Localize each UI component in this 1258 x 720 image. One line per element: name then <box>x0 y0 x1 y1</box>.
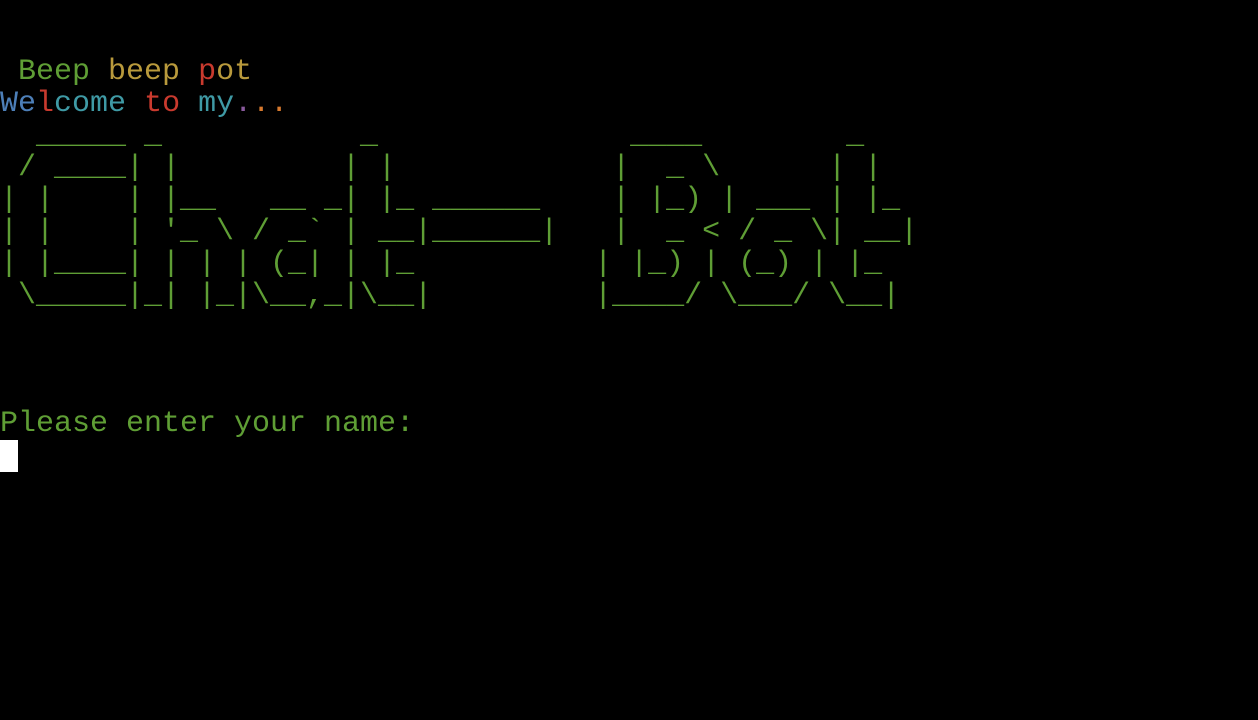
colored-text-segment: come <box>54 87 127 121</box>
colored-text-segment: p <box>198 55 217 89</box>
colored-text-segment: beep <box>108 55 181 89</box>
colored-text-segment: to <box>144 87 181 121</box>
text-cursor <box>0 440 18 472</box>
ascii-art-line: \_____|_| |_|\__,_|\__| |____/ \___/ \__… <box>0 279 901 313</box>
name-input-line[interactable] <box>0 440 18 472</box>
ascii-art-line: | | | '_ \ / _` | __|______| | _ < / _ \… <box>0 215 919 249</box>
welcome-line: Welcome to my... <box>0 88 288 120</box>
colored-text-segment: . <box>234 87 253 121</box>
colored-text-segment: Beep <box>18 55 91 89</box>
colored-text-segment: l <box>36 87 55 121</box>
colored-text-segment <box>90 55 108 89</box>
ascii-art-line: | |____| | | | (_| | |_ | |_) | (_) | |_ <box>0 247 901 281</box>
colored-text-segment <box>180 87 198 121</box>
name-prompt: Please enter your name: <box>0 407 415 441</box>
colored-text-segment: my <box>198 87 235 121</box>
colored-text-segment <box>0 55 18 89</box>
colored-text-segment: ot <box>216 55 253 89</box>
colored-text-segment: We <box>0 87 37 121</box>
colored-text-segment: . <box>270 87 289 121</box>
ascii-art-line: _____ _ _ ____ _ <box>0 119 919 153</box>
colored-text-segment: . <box>252 87 271 121</box>
beep-beep-pot-line: Beep beep pot <box>0 56 252 88</box>
terminal-window[interactable]: Beep beep pot Welcome to my... _____ _ _… <box>0 0 1258 720</box>
colored-text-segment <box>126 87 144 121</box>
ascii-art-line: / ____| | | | | _ \ | | <box>0 151 919 185</box>
colored-text-segment <box>180 55 198 89</box>
ascii-art-line: | | | |__ __ _| |_ ______ | |_) | ___ | … <box>0 183 919 217</box>
